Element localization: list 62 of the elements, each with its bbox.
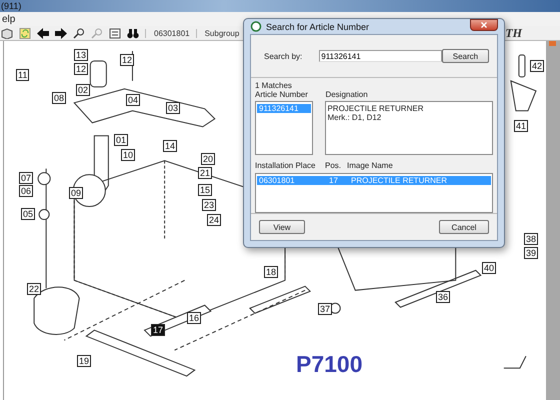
part-number-label[interactable]: 04 [126,94,140,106]
drawing-heading: TH [505,26,522,40]
designation-text: Merk.: D1, D12 [327,113,382,122]
binoculars-icon[interactable] [127,28,139,38]
part-number-label[interactable]: 10 [121,149,136,161]
close-icon [481,22,487,28]
column-header: Image Name [347,161,394,170]
close-button[interactable] [470,19,498,31]
part-number-label[interactable]: 19 [77,355,92,367]
part-number-label[interactable]: 38 [524,233,538,245]
part-number-label[interactable]: 41 [514,120,528,132]
marker-icon [549,41,556,46]
part-number-label[interactable]: 05 [21,208,36,220]
part-number-label[interactable]: 08 [52,92,66,104]
part-number-label[interactable]: 15 [198,184,212,196]
part-number-label[interactable]: 02 [76,84,90,96]
part-number-label[interactable]: 09 [69,187,84,199]
dialog-title: Search for Article Number [266,22,370,32]
part-number-label[interactable]: 42 [530,60,544,72]
part-number-label[interactable]: 21 [198,167,212,179]
window-title: (911) [1,1,22,11]
menu-item[interactable]: elp [0,14,18,24]
part-number-label[interactable]: 36 [436,291,450,303]
part-number-label[interactable]: 22 [27,283,42,295]
app-icon [250,21,262,32]
part-number-label[interactable]: 39 [524,247,538,259]
part-number-label[interactable]: 14 [163,140,178,152]
search-field[interactable]: 911326141 [319,50,442,62]
forward-arrow-icon[interactable] [55,28,67,38]
part-number-label[interactable]: 12 [120,54,134,66]
part-number-label[interactable]: 11 [16,69,30,81]
search-button[interactable]: Search [442,49,489,63]
view-button[interactable]: View [259,220,305,234]
part-number-label[interactable]: 16 [187,312,202,324]
part-number-label[interactable]: 06 [19,185,34,197]
part-number-label[interactable]: 13 [74,49,88,61]
column-header: Installation Place [255,161,316,170]
part-number-label[interactable]: 20 [201,153,216,165]
part-number-label[interactable]: 24 [207,214,222,226]
back-arrow-icon[interactable] [37,28,49,38]
part-number-label[interactable]: 17 [151,324,166,336]
column-header: Designation [325,90,369,99]
cancel-button[interactable]: Cancel [439,220,489,234]
subgroup-label: Subgroup [196,28,240,38]
list-icon[interactable] [109,28,121,38]
refresh-icon[interactable] [19,28,31,38]
part-number-label[interactable]: 03 [166,102,180,114]
model-name: P7100 [296,351,363,378]
part-number-label[interactable]: 01 [114,134,128,146]
part-number-label[interactable]: 23 [202,199,216,211]
column-header: Article Number [255,90,309,99]
search-label: Search by: [264,52,302,60]
part-number-label[interactable]: 18 [264,266,278,278]
part-number-label[interactable]: 40 [482,262,496,274]
part-number-label[interactable]: 07 [19,172,34,184]
match-count: 1 Matches [255,81,293,90]
column-header: Pos. [325,161,342,170]
part-number-label[interactable]: 12 [74,63,88,75]
zoom-icon[interactable] [73,28,85,38]
designation-text: PROJECTILE RETURNER [327,104,424,113]
part-number-label[interactable]: 37 [318,303,332,315]
group-number: 06301801 [145,28,190,38]
